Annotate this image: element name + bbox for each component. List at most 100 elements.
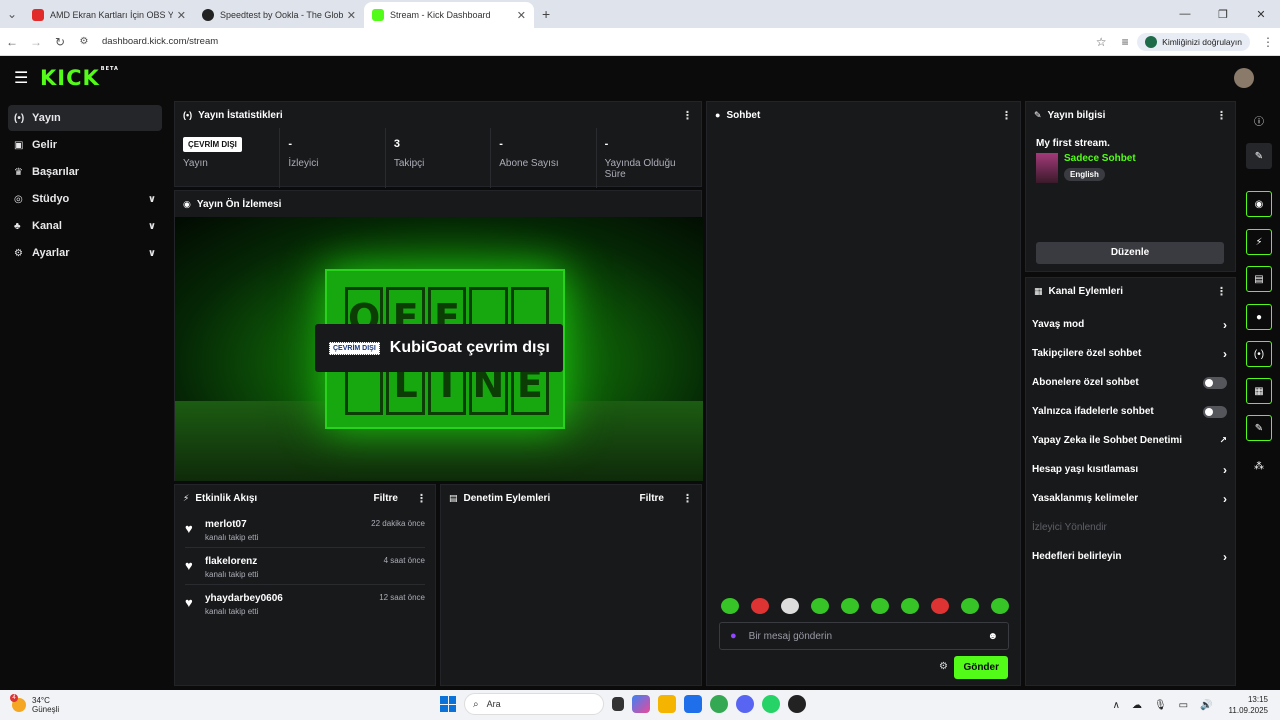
emote-icon[interactable] — [931, 598, 949, 614]
browser-tab-2[interactable]: Speedtest by Ookla - The Globa ✕ — [194, 2, 364, 28]
event-time: 12 saat önce — [379, 593, 425, 602]
chat-settings-icon[interactable]: ⚙ — [939, 661, 948, 672]
emotes-only-toggle[interactable] — [1203, 405, 1227, 418]
url-field[interactable]: dashboard.kick.com/stream — [102, 36, 1089, 47]
action-set-goals[interactable]: Hedefleri belirleyin › — [1026, 542, 1235, 571]
more-options-icon[interactable]: ⋮ — [1216, 109, 1227, 122]
new-tab-icon[interactable]: + — [542, 6, 550, 22]
close-tab-icon[interactable]: ✕ — [517, 9, 526, 22]
event-username[interactable]: merlot07 — [205, 519, 371, 530]
status-badge: ÇEVRİM DIŞI — [183, 137, 242, 152]
menu-icon[interactable]: ☰ — [14, 68, 42, 88]
action-ai-moderation[interactable]: Yapay Zeka ile Sohbet Denetimi ↗ — [1026, 426, 1235, 455]
sidebar-item-achievements[interactable]: ♛ Başarılar — [8, 159, 162, 185]
more-options-icon[interactable]: ⋮ — [682, 109, 693, 122]
panel-title: Kanal Eylemleri — [1048, 285, 1123, 297]
clock[interactable]: 13:15 11.09.2025 — [1229, 694, 1268, 716]
chevron-right-icon: › — [1223, 549, 1227, 564]
more-options-icon[interactable]: ⋮ — [1001, 109, 1012, 122]
sidebar-item-channel[interactable]: ♣ Kanal ∨ — [8, 213, 162, 239]
more-options-icon[interactable]: ⋮ — [1216, 285, 1227, 298]
chevron-up-icon[interactable]: ∧ — [1113, 700, 1120, 711]
site-info-icon[interactable]: ⚙ — [72, 36, 96, 47]
close-tab-icon[interactable]: ✕ — [177, 9, 186, 22]
copilot-icon[interactable] — [632, 695, 650, 713]
close-window-icon[interactable]: ✕ — [1242, 8, 1280, 21]
studio-icon: ◎ — [14, 193, 23, 205]
back-icon[interactable]: ← — [0, 35, 24, 49]
user-avatar[interactable] — [1234, 68, 1254, 88]
emote-icon[interactable] — [721, 598, 739, 614]
restore-icon[interactable]: ❐ — [1204, 8, 1242, 21]
emote-icon[interactable] — [991, 598, 1009, 614]
browser-tab-3[interactable]: Stream - Kick Dashboard ✕ — [364, 2, 534, 28]
sidebar-item-studio[interactable]: ◎ Stüdyo ∨ — [8, 186, 162, 212]
channel-icon[interactable]: ▦ — [1246, 378, 1272, 404]
whatsapp-icon[interactable] — [762, 695, 780, 713]
broadcast-icon[interactable]: (•) — [1246, 341, 1272, 367]
video-preview[interactable]: O F F L I N E ÇEVRİM DIŞI KubiGoat çevri… — [175, 217, 703, 481]
lightning-icon[interactable]: ⚡ — [1246, 229, 1272, 255]
filter-button[interactable]: Filtre — [640, 493, 664, 504]
filter-button[interactable]: Filtre — [374, 493, 398, 504]
event-username[interactable]: yhaydarbey0606 — [205, 593, 379, 604]
weather-widget[interactable]: 4 34°C Güneşli — [10, 694, 59, 714]
action-followers-only[interactable]: Takipçilere özel sohbet › — [1026, 339, 1235, 368]
emote-icon[interactable] — [871, 598, 889, 614]
info-icon[interactable]: ⓘ — [1246, 107, 1272, 133]
add-widget-icon[interactable]: ⁂ — [1246, 453, 1272, 479]
camera-icon[interactable]: ◉ — [1246, 191, 1272, 217]
sidebar-item-revenue[interactable]: ▣ Gelir — [8, 132, 162, 158]
category-name[interactable]: Sadece Sohbet — [1064, 153, 1136, 164]
cloud-icon[interactable]: ☁ — [1132, 700, 1142, 711]
forward-icon[interactable]: → — [24, 35, 48, 49]
emote-icon[interactable] — [961, 598, 979, 614]
sidebar-item-stream[interactable]: (•) Yayın — [8, 105, 162, 131]
discord-icon[interactable] — [736, 695, 754, 713]
task-view-icon[interactable] — [612, 697, 624, 711]
microphone-icon[interactable]: 🎙 — [1154, 700, 1167, 711]
volume-icon[interactable]: 🔊 — [1200, 700, 1212, 711]
tab-list-icon[interactable]: ⌄ — [0, 7, 24, 21]
emote-icon[interactable] — [901, 598, 919, 614]
emote-icon[interactable] — [781, 598, 799, 614]
emote-icon[interactable] — [841, 598, 859, 614]
more-options-icon[interactable]: ⋮ — [682, 492, 693, 505]
store-icon[interactable] — [684, 695, 702, 713]
send-button[interactable]: Gönder — [954, 656, 1008, 679]
minimize-icon[interactable]: — — [1166, 8, 1204, 20]
more-options-icon[interactable]: ⋮ — [416, 492, 427, 505]
verify-identity-button[interactable]: Kimliğinizi doğrulayın — [1137, 32, 1250, 51]
kick-logo[interactable]: KICKBETA — [40, 66, 119, 90]
wrench-icon[interactable]: ✎ — [1246, 415, 1272, 441]
bookmark-star-icon[interactable]: ☆ — [1089, 35, 1113, 49]
file-explorer-icon[interactable] — [658, 695, 676, 713]
chrome-icon[interactable] — [710, 695, 728, 713]
chat-bubble-icon[interactable]: ● — [1246, 304, 1272, 330]
subscribers-only-toggle[interactable] — [1203, 376, 1227, 389]
emote-icon[interactable] — [811, 598, 829, 614]
action-slow-mode[interactable]: Yavaş mod › — [1026, 310, 1235, 339]
sidebar-item-label: Yayın — [32, 112, 61, 124]
emote-icon[interactable] — [751, 598, 769, 614]
browser-tab-1[interactable]: AMD Ekran Kartları İçin OBS Ya ✕ — [24, 2, 194, 28]
event-username[interactable]: flakelorenz — [205, 556, 384, 567]
windows-start-icon[interactable] — [440, 696, 456, 712]
microphone-icon[interactable]: ● — [730, 630, 737, 642]
taskbar-search[interactable]: ⌕ Ara — [464, 693, 604, 715]
pencil-icon[interactable]: ✎ — [1246, 143, 1272, 169]
network-icon[interactable]: ▭ — [1179, 700, 1188, 711]
action-banned-words[interactable]: Yasaklanmış kelimeler › — [1026, 484, 1235, 513]
close-tab-icon[interactable]: ✕ — [347, 9, 356, 22]
obs-icon[interactable] — [788, 695, 806, 713]
media-icon[interactable]: ≡ — [1113, 35, 1137, 49]
edit-button[interactable]: Düzenle — [1036, 242, 1224, 264]
sidebar: (•) Yayın ▣ Gelir ♛ Başarılar ◎ Stüdyo ∨… — [0, 104, 168, 267]
sidebar-item-settings[interactable]: ⚙ Ayarlar ∨ — [8, 240, 162, 266]
document-icon[interactable]: ▤ — [1246, 266, 1272, 292]
chat-input[interactable]: ● Bir mesaj gönderin ☻ — [719, 622, 1009, 650]
browser-menu-icon[interactable]: ⋮ — [1256, 35, 1280, 49]
action-account-age[interactable]: Hesap yaşı kısıtlaması › — [1026, 455, 1235, 484]
reload-icon[interactable]: ↻ — [48, 35, 72, 49]
emoji-icon[interactable]: ☻ — [987, 631, 998, 642]
